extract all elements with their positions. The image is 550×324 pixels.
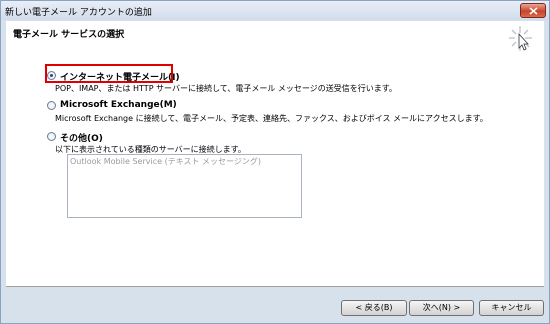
page-title: 電子メール サービスの選択 — [13, 30, 125, 40]
radio-other[interactable] — [47, 132, 56, 141]
list-item[interactable]: Outlook Mobile Service (テキスト メッセージング) — [70, 156, 261, 167]
window-title: 新しい電子メール アカウントの追加 — [5, 8, 152, 18]
option-label: Microsoft Exchange(M) — [60, 100, 177, 110]
option-label: インターネット電子メール(I) — [60, 73, 180, 83]
header-panel: 電子メール サービスの選択 — [6, 21, 544, 61]
title-bar[interactable]: 新しい電子メール アカウントの追加 — [1, 1, 549, 20]
close-icon — [529, 7, 538, 15]
option-description: Microsoft Exchange に接続して、電子メール、予定表、連絡先、フ… — [55, 114, 488, 123]
other-server-list[interactable]: Outlook Mobile Service (テキスト メッセージング) — [67, 154, 302, 218]
radio-microsoft-exchange[interactable] — [47, 101, 56, 110]
next-button[interactable]: 次へ(N) > — [409, 300, 474, 316]
close-button[interactable] — [520, 3, 546, 18]
wizard-sparkle-icon — [509, 26, 532, 51]
back-button[interactable]: < 戻る(B) — [341, 300, 407, 316]
radio-internet-email[interactable] — [47, 71, 56, 80]
option-description: POP、IMAP、または HTTP サーバーに接続して、電子メール メッセージの… — [55, 84, 397, 93]
footer-divider — [6, 286, 544, 287]
dialog-window: 新しい電子メール アカウントの追加 電子メール サービスの選択 インターネット電… — [0, 0, 550, 324]
option-label: その他(O) — [60, 134, 103, 144]
cancel-button[interactable]: キャンセル — [479, 300, 544, 316]
